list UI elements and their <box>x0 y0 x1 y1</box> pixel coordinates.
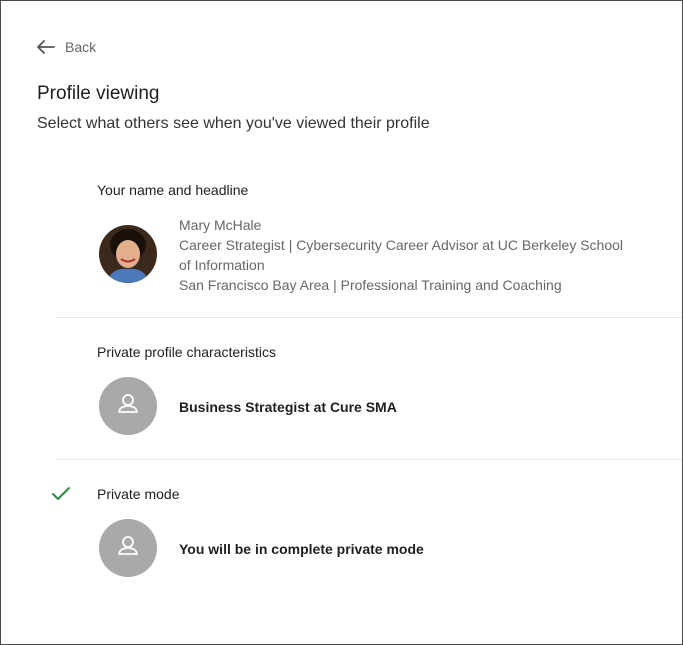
option-title: Your name and headline <box>97 182 249 198</box>
member-location: San Francisco Bay Area | Professional Tr… <box>179 277 562 293</box>
member-name: Mary McHale <box>179 217 262 233</box>
divider <box>57 317 682 318</box>
option-title: Private mode <box>97 486 180 502</box>
member-headline-line-2: of Information <box>179 257 265 273</box>
divider <box>57 459 682 460</box>
page-subtitle: Select what others see when you've viewe… <box>37 115 430 132</box>
arrow-left-icon <box>37 40 55 54</box>
option-description: Business Strategist at Cure SMA <box>179 399 397 415</box>
avatar <box>99 225 157 283</box>
option-name-and-headline[interactable]: Your name and headline Mary McHale Caree… <box>57 179 682 309</box>
profile-viewing-panel: Back Profile viewing Select what others … <box>0 0 683 645</box>
anonymous-avatar <box>99 519 157 577</box>
person-icon <box>115 533 141 564</box>
option-description: You will be in complete private mode <box>179 541 424 557</box>
member-details: Mary McHale Career Strategist | Cybersec… <box>179 215 670 295</box>
option-private-mode[interactable]: Private mode You will be in complete pri… <box>57 483 682 583</box>
member-headline-line-1: Career Strategist | Cybersecurity Career… <box>179 237 624 253</box>
anonymous-avatar <box>99 377 157 435</box>
page-title: Profile viewing <box>37 83 160 104</box>
option-private-profile-characteristics[interactable]: Private profile characteristics Business… <box>57 341 682 441</box>
back-label: Back <box>65 39 97 55</box>
option-title: Private profile characteristics <box>97 344 276 360</box>
person-icon <box>115 391 141 422</box>
back-link[interactable]: Back <box>37 39 96 55</box>
